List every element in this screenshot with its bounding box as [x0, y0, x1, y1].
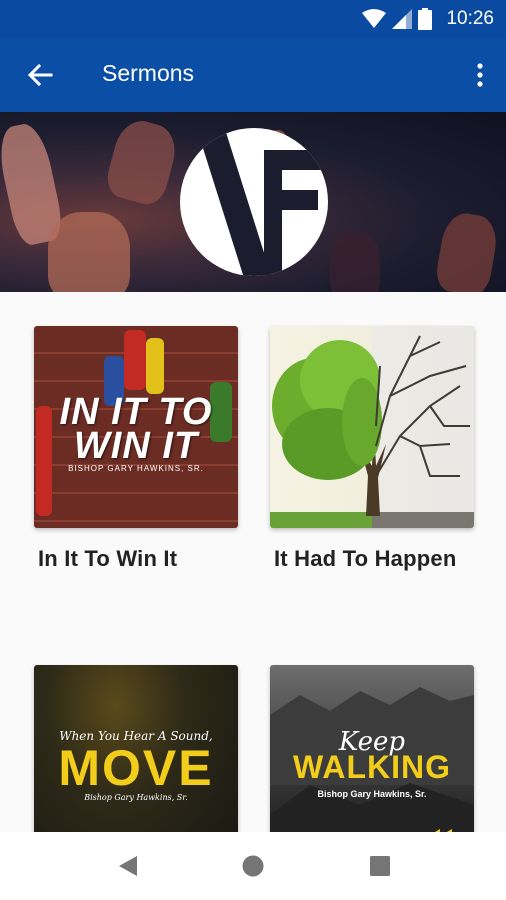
banner-hand	[102, 115, 182, 209]
battery-icon	[418, 8, 433, 30]
thumbnail-byline: BISHOP GARY HAWKINS, SR.	[68, 464, 204, 473]
sermon-thumbnail: IN IT TO WIN IT BISHOP GARY HAWKINS, SR.	[34, 326, 238, 528]
sermon-title: It Had To Happen	[274, 546, 457, 571]
sermons-banner	[0, 112, 506, 292]
cell-signal-icon	[392, 9, 413, 29]
tree-illustration	[270, 335, 474, 528]
sermon-card[interactable]: IN IT TO WIN IT BISHOP GARY HAWKINS, SR.…	[34, 326, 238, 574]
status-time: 10:26	[446, 8, 494, 29]
back-button[interactable]	[20, 56, 60, 94]
banner-hand	[48, 212, 130, 292]
status-bar: 10:26	[0, 0, 506, 38]
sermon-card[interactable]: It Had To Happen	[270, 326, 474, 574]
more-vert-icon	[477, 63, 483, 87]
sermon-grid: IN IT TO WIN IT BISHOP GARY HAWKINS, SR.…	[0, 292, 506, 867]
banner-hand	[330, 232, 380, 292]
app-bar: Sermons	[0, 38, 506, 112]
nav-home-icon	[242, 855, 264, 877]
church-logo-icon	[180, 128, 328, 276]
wifi-icon	[362, 9, 387, 28]
system-nav-bar	[0, 832, 506, 900]
nav-back-button[interactable]	[112, 850, 144, 882]
status-icons: 10:26	[362, 7, 494, 31]
sermon-title: In It To Win It	[38, 546, 178, 571]
thumbnail-byline: Bishop Gary Hawkins, Sr.	[84, 793, 188, 802]
arrow-left-icon	[27, 63, 53, 87]
sermon-thumbnail	[270, 326, 474, 528]
thumbnail-byline: Bishop Gary Hawkins, Sr.	[317, 789, 427, 799]
nav-recents-button[interactable]	[364, 850, 396, 882]
screen: 10:26 Sermons IN IT TO WIN IT BISHOP GAR…	[0, 0, 506, 900]
nav-home-button[interactable]	[237, 850, 269, 882]
thumbnail-title-line: WIN IT	[73, 425, 199, 467]
banner-hand	[433, 209, 501, 292]
runner-figure	[124, 330, 146, 390]
page-title: Sermons	[102, 60, 195, 86]
nav-recents-icon	[370, 856, 390, 876]
overflow-menu-button[interactable]	[468, 56, 492, 94]
runner-figure	[146, 338, 164, 394]
thumbnail-title: MOVE	[58, 740, 214, 796]
nav-back-icon	[119, 856, 137, 876]
thumbnail-title: WALKING	[292, 749, 452, 785]
